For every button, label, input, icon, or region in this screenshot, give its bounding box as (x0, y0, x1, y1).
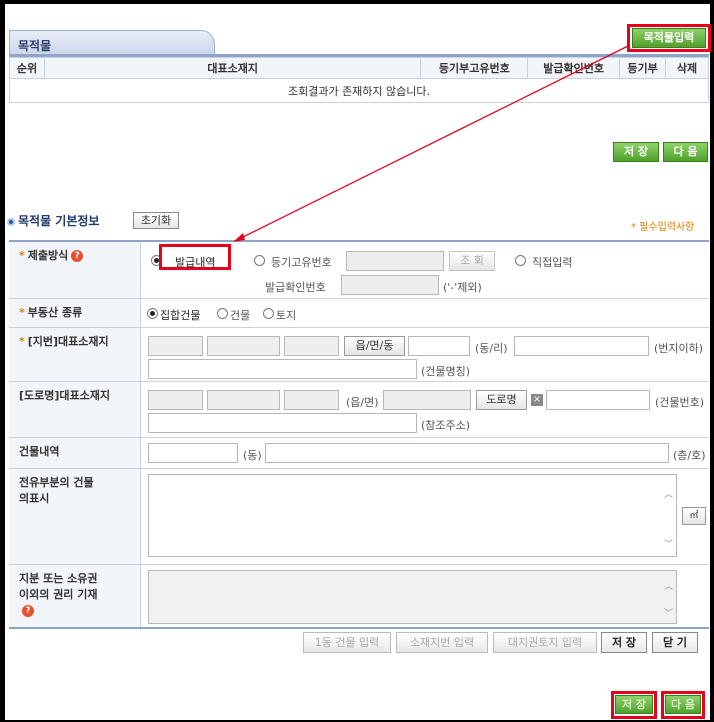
lot-number-label: (번지이하) (654, 342, 704, 355)
radio-collective-building-label: 집합건물 (160, 309, 201, 322)
road-ref-input[interactable] (148, 413, 417, 433)
required-note: * 필수입력사항 (631, 222, 695, 233)
col-register: 등기부 (619, 57, 667, 79)
radio-land[interactable] (263, 308, 274, 319)
road-bldgno-label: (건물번호) (655, 396, 705, 409)
scroll-up-icon[interactable]: ︿ (664, 579, 673, 592)
single-building-input-button[interactable]: 1동 건물 입력 (303, 632, 391, 653)
lookup-button[interactable]: 조 회 (449, 251, 495, 271)
lot-sido-input[interactable] (148, 336, 203, 356)
building-floor-label: (층/호) (673, 449, 706, 462)
road-gu-input[interactable] (284, 390, 339, 410)
road-sido-input[interactable] (148, 390, 203, 410)
lot-sigungu-input[interactable] (207, 336, 280, 356)
save-button-form[interactable]: 저 장 (601, 632, 647, 653)
issue-confirm-label: 발급확인번호 (265, 281, 326, 294)
clear-icon[interactable]: × (531, 394, 543, 406)
lot-gu-input[interactable] (284, 336, 339, 356)
highlight-add-target (627, 24, 711, 52)
radio-reg-number[interactable] (254, 255, 265, 266)
col-issue-no: 발급확인번호 (527, 57, 621, 79)
save-button-top[interactable]: 저 장 (613, 142, 659, 162)
radio-reg-number-label: 등기고유번호 (271, 256, 332, 269)
label-building: 건물내역 (9, 438, 141, 468)
label-share: 지분 또는 소유권이외의 권리 기재? (9, 565, 141, 627)
row-share: 지분 또는 소유권이외의 권리 기재? ︿ ﹀ (9, 565, 709, 629)
tab-target[interactable]: 목적물 (9, 30, 215, 55)
lot-number-input[interactable] (514, 336, 649, 356)
section-title-text: 목적물 기본정보 (18, 214, 100, 228)
lot-dongri-input[interactable] (408, 336, 470, 356)
lot-building-name-input[interactable] (148, 359, 417, 379)
empty-message: 조회결과가 존재하지 않습니다. (9, 78, 709, 103)
row-road-address: [도로명]대표소재지 (읍/면) 도로명 × (건물번호) (참조주소) (9, 382, 709, 438)
col-rank: 순위 (9, 57, 45, 79)
road-name-button[interactable]: 도로명 (476, 390, 527, 410)
road-bldgno-input[interactable] (546, 390, 650, 410)
next-button-top[interactable]: 다 음 (663, 142, 708, 162)
radio-land-label: 토지 (276, 309, 297, 322)
road-eupmyeon-input[interactable] (383, 390, 471, 410)
page-frame: 목적물 목적물입력 순위 대표소재지 등기부고유번호 발급확인번호 등기부 삭제… (5, 4, 711, 720)
lot-dongri-label: (동/리) (475, 342, 508, 355)
lot-building-name-label: (건물명칭) (421, 365, 471, 378)
col-delete: 삭제 (665, 57, 709, 79)
section-title: 목적물 기본정보 (7, 212, 99, 229)
highlight-next-bottom (661, 691, 705, 719)
unit-button[interactable]: ㎡ (682, 507, 706, 525)
highlight-issue-history (159, 244, 231, 270)
issue-confirm-hint: ('-'제외) (443, 281, 482, 294)
target-list-table: 순위 대표소재지 등기부고유번호 발급확인번호 등기부 삭제 조회결과가 존재하… (9, 57, 709, 103)
radio-direct-input[interactable] (515, 255, 526, 266)
lot-input-button[interactable]: 소재지번 입력 (396, 632, 488, 653)
row-property-type: * 부동산 종류 집합건물 건물 토지 (9, 299, 709, 328)
row-exclusive: 전유부분의 건물의표시 ︿ ﹀ ㎡ (9, 469, 709, 565)
close-button[interactable]: 닫 기 (652, 632, 698, 653)
share-textarea[interactable]: ︿ ﹀ (148, 570, 677, 624)
tab-label: 목적물 (18, 39, 52, 53)
row-submit-method: * 제출방식? 발급내역 등기고유번호 조 회 직접입력 발급확인번호 ('-'제… (9, 242, 709, 299)
building-floor-input[interactable] (265, 443, 669, 463)
col-regno: 등기부고유번호 (420, 57, 529, 79)
label-submit-method: * 제출방식? (9, 242, 141, 298)
table-row: 조회결과가 존재하지 않습니다. (9, 78, 709, 103)
building-dong-input[interactable] (148, 443, 238, 463)
radio-building-label: 건물 (230, 309, 251, 322)
radio-building[interactable] (217, 308, 228, 319)
land-right-input-button[interactable]: 대지권토지 입력 (493, 632, 597, 653)
building-dong-label: (동) (243, 449, 262, 462)
radio-collective-building[interactable] (147, 308, 158, 319)
help-icon[interactable]: ? (71, 250, 84, 262)
radio-direct-input-label: 직접입력 (532, 256, 573, 269)
label-exclusive: 전유부분의 건물의표시 (9, 469, 141, 564)
label-property-type: * 부동산 종류 (9, 299, 141, 327)
road-eupmyeon-label: (읍/면) (346, 396, 379, 409)
reg-number-input[interactable] (346, 251, 444, 271)
exclusive-textarea[interactable]: ︿ ﹀ (148, 474, 677, 557)
col-address: 대표소재지 (43, 57, 422, 79)
target-form: * 제출방식? 발급내역 등기고유번호 조 회 직접입력 발급확인번호 ('-'제… (9, 240, 709, 630)
row-lot-address: * [지번]대표소재지 읍/면/동 (동/리) (번지이하) (건물명칭) (9, 328, 709, 382)
highlight-save-bottom (611, 691, 657, 719)
reset-button[interactable]: 초기화 (133, 212, 179, 229)
scroll-down-icon[interactable]: ﹀ (664, 537, 673, 550)
help-icon[interactable]: ? (22, 605, 34, 617)
label-road-address: [도로명]대표소재지 (9, 382, 141, 437)
scroll-up-icon[interactable]: ︿ (664, 487, 673, 500)
table-header-row: 순위 대표소재지 등기부고유번호 발급확인번호 등기부 삭제 (9, 57, 709, 79)
scroll-down-icon[interactable]: ﹀ (664, 606, 673, 619)
road-sigungu-input[interactable] (207, 390, 280, 410)
road-ref-label: (참조주소) (421, 419, 471, 432)
row-building: 건물내역 (동) (층/호) (9, 438, 709, 469)
bullet-icon (7, 217, 15, 226)
label-lot-address: * [지번]대표소재지 (9, 328, 141, 381)
lot-dong-button[interactable]: 읍/면/동 (344, 336, 405, 356)
issue-confirm-input[interactable] (341, 275, 439, 295)
